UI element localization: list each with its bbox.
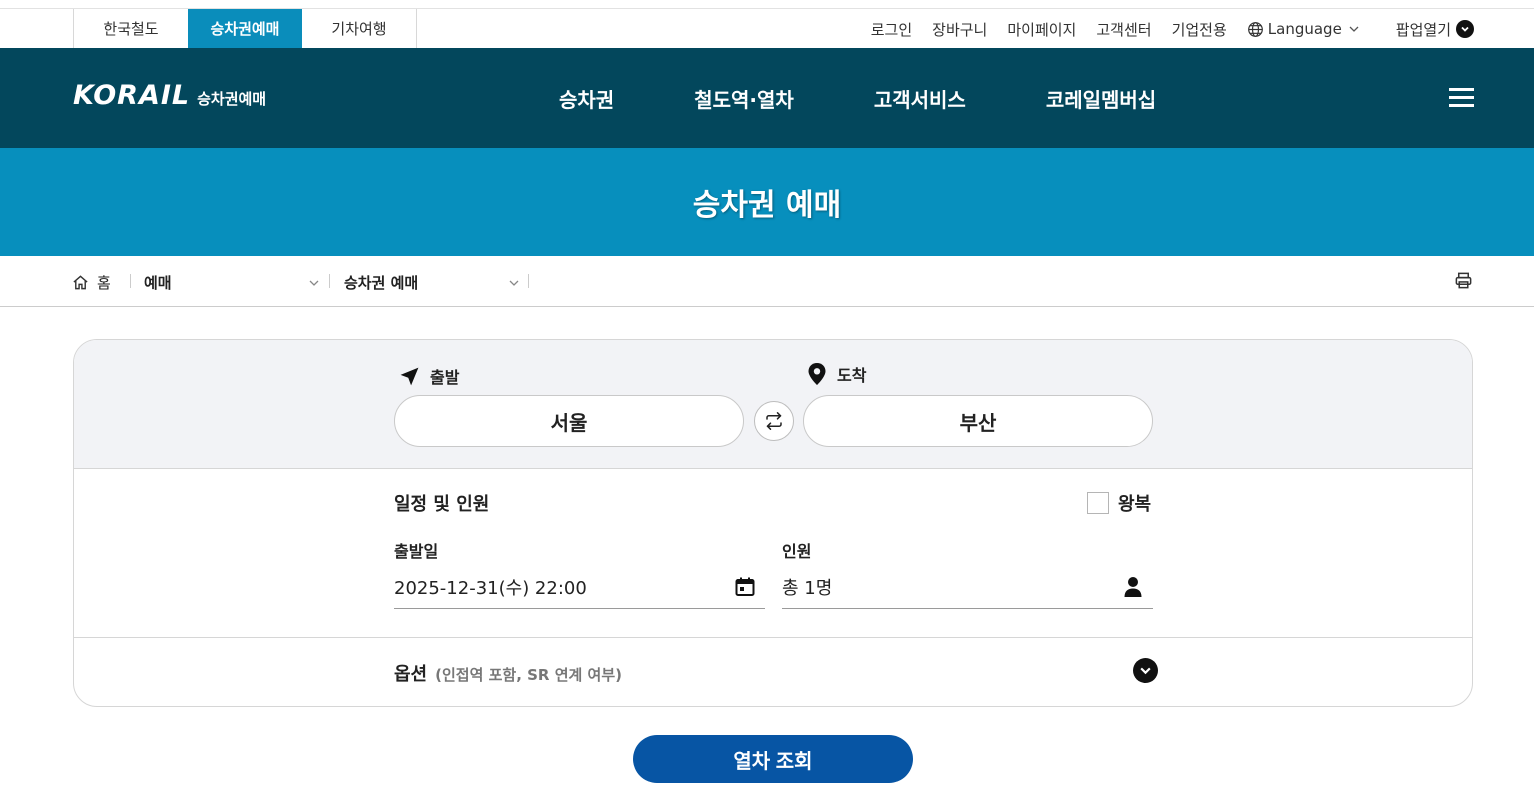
departure-date-label: 출발일 [394, 542, 439, 561]
site-tab-korail[interactable]: 한국철도 [74, 9, 188, 48]
departure-station-button[interactable]: 서울 [394, 395, 744, 447]
breadcrumb-level1-dropdown[interactable]: 예매 [144, 272, 320, 293]
arrival-label-group: 도착 [807, 362, 866, 386]
breadcrumb-separator [130, 274, 131, 288]
language-selector[interactable]: Language [1247, 20, 1364, 38]
swap-icon [766, 412, 782, 430]
chevron-down-icon [1349, 26, 1359, 32]
breadcrumb-separator [528, 274, 529, 288]
location-arrow-icon [400, 367, 419, 385]
popup-open-toggle[interactable]: 팝업열기 [1396, 19, 1474, 40]
chevron-down-icon [1140, 667, 1151, 675]
chevron-down-icon [1456, 20, 1474, 38]
section-divider [74, 637, 1472, 638]
support-link[interactable]: 고객센터 [1096, 19, 1151, 40]
departure-date-value: 2025-12-31(수) 22:00 [394, 578, 587, 599]
menu-item-customer-service[interactable]: 고객서비스 [874, 84, 966, 113]
globe-icon [1247, 21, 1263, 37]
menu-item-membership[interactable]: 코레일멤버십 [1046, 84, 1156, 113]
login-link[interactable]: 로그인 [871, 19, 912, 40]
arrival-station-button[interactable]: 부산 [803, 395, 1153, 447]
departure-date-field[interactable]: 2025-12-31(수) 22:00 [394, 566, 765, 609]
passengers-value: 총 1명 [782, 578, 833, 599]
calendar-icon [735, 577, 755, 596]
corporate-link[interactable]: 기업전용 [1172, 19, 1227, 40]
map-pin-icon [808, 363, 826, 385]
cart-link[interactable]: 장바구니 [932, 19, 987, 40]
breadcrumb-home[interactable]: 홈 [72, 272, 111, 293]
site-tab-ticketing[interactable]: 승차권예매 [188, 9, 302, 48]
utility-links: 로그인 장바구니 마이페이지 고객센터 기업전용 Language 팝업열기 [851, 9, 1474, 49]
chevron-down-icon [309, 280, 319, 286]
home-icon [73, 275, 88, 290]
chevron-down-icon [509, 280, 519, 286]
hamburger-icon[interactable] [1449, 88, 1474, 108]
breadcrumb-level2-dropdown[interactable]: 승차권 예매 [344, 272, 520, 293]
main-navigation: KORAIL 승차권예매 승차권 철도역·열차 고객서비스 코레일멤버십 [0, 48, 1534, 148]
page-title-band: 승차권 예매 [0, 148, 1534, 256]
breadcrumb-home-label: 홈 [97, 274, 111, 292]
departure-label: 출발 [430, 368, 460, 387]
search-trains-button[interactable]: 열차 조회 [633, 735, 913, 783]
ticket-search-card: 출발 도착 서울 부산 일정 및 인원 왕복 출발일 2025-12-31(수)… [73, 339, 1473, 707]
arrival-label: 도착 [837, 366, 867, 385]
page-title: 승차권 예매 [692, 188, 842, 223]
swap-stations-button[interactable] [754, 401, 794, 441]
person-icon [1124, 577, 1142, 597]
breadcrumb-level2-label: 승차권 예매 [344, 274, 419, 292]
menu-item-stations-trains[interactable]: 철도역·열차 [694, 84, 794, 113]
breadcrumb-separator [329, 274, 330, 288]
top-utility-bar: 한국철도 승차권예매 기차여행 로그인 장바구니 마이페이지 고객센터 기업전용… [0, 8, 1534, 49]
roundtrip-label: 왕복 [1118, 494, 1152, 515]
popup-open-label: 팝업열기 [1395, 20, 1451, 39]
options-toggle-row[interactable]: 옵션 (인접역 포함, SR 연계 여부) [394, 660, 622, 686]
station-selector-panel: 출발 도착 서울 부산 [74, 340, 1472, 469]
schedule-section-title: 일정 및 인원 [394, 494, 490, 515]
departure-label-group: 출발 [399, 364, 459, 388]
checkbox-box[interactable] [1087, 492, 1109, 514]
breadcrumb-level1-label: 예매 [144, 274, 172, 292]
passengers-field[interactable]: 총 1명 [782, 566, 1153, 609]
options-description: (인접역 포함, SR 연계 여부) [435, 666, 622, 684]
mypage-link[interactable]: 마이페이지 [1007, 19, 1076, 40]
main-menu: 승차권 철도역·열차 고객서비스 코레일멤버십 [559, 48, 1236, 148]
logo-subtitle: 승차권예매 [197, 90, 267, 108]
options-expand-button[interactable] [1133, 658, 1158, 683]
korail-logo[interactable]: KORAIL 승차권예매 [73, 82, 266, 110]
options-label: 옵션 [394, 664, 428, 685]
breadcrumb: 홈 예매 승차권 예매 [0, 256, 1534, 307]
passengers-label: 인원 [782, 542, 812, 561]
site-tab-train-travel[interactable]: 기차여행 [302, 9, 416, 48]
print-icon[interactable] [1454, 271, 1473, 294]
roundtrip-checkbox[interactable]: 왕복 [1087, 490, 1151, 516]
language-label: Language [1267, 20, 1342, 38]
site-tabs: 한국철도 승차권예매 기차여행 [73, 9, 417, 49]
logo-wordmark: KORAIL [73, 80, 191, 111]
menu-item-tickets[interactable]: 승차권 [559, 84, 614, 113]
